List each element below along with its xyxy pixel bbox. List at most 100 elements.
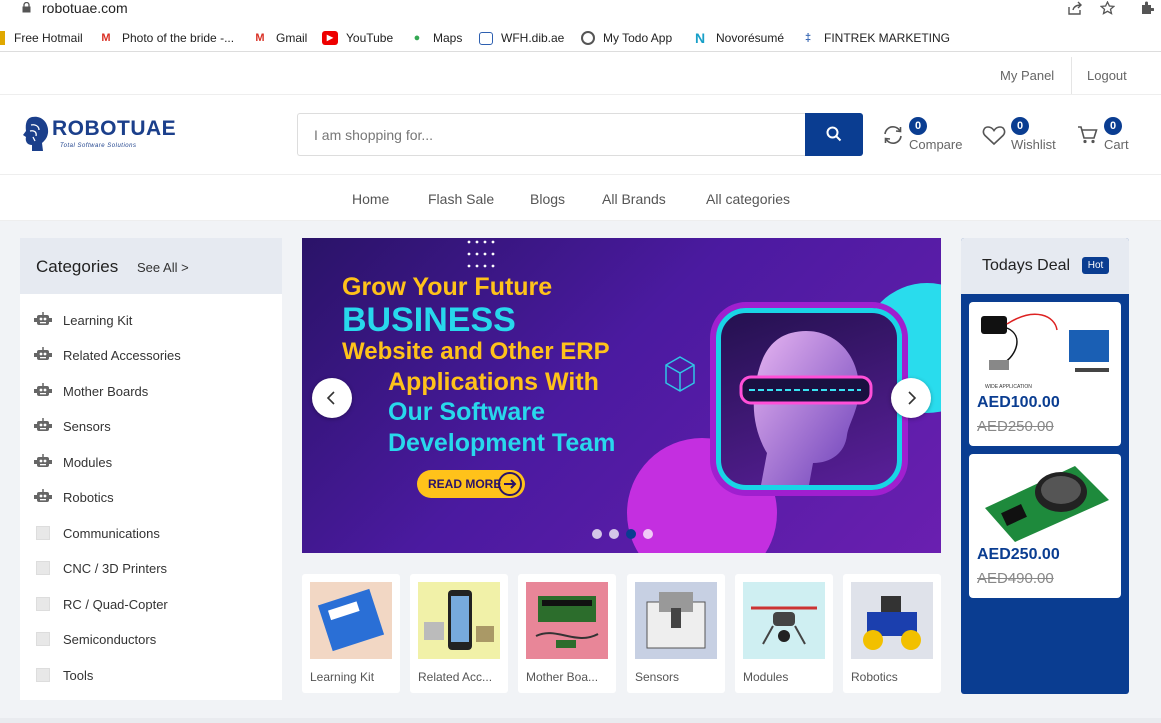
my-panel-link[interactable]: My Panel	[1000, 68, 1054, 83]
arrow-right-icon	[498, 472, 522, 496]
category-card[interactable]: Modules	[735, 574, 833, 693]
page-bottom-strip	[0, 718, 1161, 723]
category-item[interactable]: Robotics	[34, 487, 114, 507]
placeholder-icon	[36, 561, 50, 575]
bookmark-todo[interactable]: My Todo App	[581, 31, 672, 45]
category-card[interactable]: Related Acc...	[410, 574, 508, 693]
category-card-label: Robotics	[851, 670, 898, 684]
banner-line-6: Development Team	[388, 429, 616, 457]
deal-price: AED250.00	[977, 546, 1060, 563]
cart-icon	[1078, 126, 1098, 144]
menu-home[interactable]: Home	[352, 191, 389, 207]
cart-label: Cart	[1104, 137, 1129, 152]
category-item[interactable]: Mother Boards	[34, 381, 148, 401]
main-menu: Home Flash Sale Blogs All Brands All cat…	[0, 176, 1161, 221]
category-card[interactable]: Mother Boa...	[518, 574, 616, 693]
category-item[interactable]: Learning Kit	[34, 310, 132, 330]
category-card[interactable]: Robotics	[843, 574, 941, 693]
gmail-icon: M	[255, 32, 265, 44]
bookmarks-bar: Free Hotmail M Photo of the bride -... M…	[0, 28, 1161, 52]
deal-product-card[interactable]: WIDE APPLICATION AED100.00 AED250.00	[969, 302, 1121, 446]
category-card-label: Modules	[743, 670, 789, 684]
menu-all-brands[interactable]: All Brands	[602, 191, 666, 207]
bookmark-gmail[interactable]: M Gmail	[252, 31, 307, 45]
category-item[interactable]: Sensors	[34, 416, 111, 436]
fintrek-icon: ‡	[804, 32, 812, 44]
category-item[interactable]: Semiconductors	[34, 629, 156, 649]
category-card[interactable]: Sensors	[627, 574, 725, 693]
robot-head-logo-icon	[23, 116, 49, 151]
bookmark-free-hotmail[interactable]: Free Hotmail	[0, 31, 83, 45]
robot-icon	[34, 454, 52, 470]
divider	[1071, 57, 1072, 94]
bookmark-maps[interactable]: ● Maps	[409, 31, 463, 45]
category-label: Related Accessories	[63, 347, 181, 363]
category-item[interactable]: CNC / 3D Printers	[34, 558, 167, 578]
extensions-icon[interactable]	[1140, 1, 1155, 18]
category-label: Robotics	[63, 489, 114, 505]
search-button[interactable]	[805, 113, 863, 156]
bookmark-novoresume[interactable]: N Novorésumé	[692, 31, 784, 45]
menu-all-categories[interactable]: All categories	[706, 191, 790, 207]
robot-icon	[34, 489, 52, 505]
bookmark-label: FINTREK MARKETING	[824, 31, 951, 45]
read-more-button[interactable]: READ MORE	[417, 470, 525, 498]
bookmark-label: Free Hotmail	[14, 31, 83, 45]
bookmark-fintrek[interactable]: ‡ FINTREK MARKETING	[800, 31, 950, 45]
category-item[interactable]: Tools	[34, 665, 93, 685]
search-input[interactable]	[297, 113, 806, 156]
category-item[interactable]: Communications	[34, 523, 160, 543]
carousel-prev-button[interactable]	[312, 378, 352, 418]
chevron-right-icon	[908, 391, 917, 405]
carousel-next-button[interactable]	[891, 378, 931, 418]
todays-deal-title: Todays Deal	[982, 257, 1071, 274]
heart-icon	[982, 126, 1006, 146]
see-all-link[interactable]: See All >	[137, 260, 189, 275]
category-card-image	[418, 582, 500, 659]
logo-text: ROBOTUAE	[52, 117, 177, 140]
todays-deal-panel: Todays Deal Hot WIDE APPLICATION AED100.…	[961, 238, 1129, 694]
bookmark-label: Gmail	[276, 31, 308, 45]
deal-old-price: AED250.00	[977, 418, 1054, 435]
carousel-dot-3[interactable]	[626, 529, 636, 539]
deal-price: AED100.00	[977, 394, 1060, 411]
wishlist-label: Wishlist	[1011, 137, 1056, 152]
bookmark-label: WFH.dib.ae	[501, 31, 565, 45]
categories-title: Categories	[36, 257, 119, 276]
category-item[interactable]: Related Accessories	[34, 345, 181, 365]
cube-decoration	[665, 356, 695, 392]
bookmark-photo-bride[interactable]: M Photo of the bride -...	[98, 31, 234, 45]
hot-badge: Hot	[1082, 257, 1109, 274]
logout-link[interactable]: Logout	[1087, 68, 1127, 83]
carousel-dot-1[interactable]	[592, 529, 602, 539]
deal-product-card[interactable]: AED250.00 AED490.00	[969, 454, 1121, 598]
robot-icon	[34, 418, 52, 434]
carousel-dot-2[interactable]	[609, 529, 619, 539]
vr-headset-image	[716, 308, 902, 490]
site-header: ROBOTUAE Total Software Solutions 0 Comp…	[0, 95, 1161, 175]
share-icon[interactable]	[1068, 1, 1084, 18]
svg-text:WIDE APPLICATION: WIDE APPLICATION	[985, 384, 1032, 390]
category-item[interactable]: RC / Quad-Copter	[34, 594, 168, 614]
bookmark-youtube[interactable]: ▶ YouTube	[322, 31, 393, 45]
menu-blogs[interactable]: Blogs	[530, 191, 565, 207]
category-card[interactable]: Learning Kit	[302, 574, 400, 693]
bookmark-wfh[interactable]: WFH.dib.ae	[479, 31, 564, 45]
banner-line-4: Applications With	[388, 368, 599, 396]
carousel-dot-4[interactable]	[643, 529, 653, 539]
menu-flash-sale[interactable]: Flash Sale	[428, 191, 494, 207]
novoresume-icon: N	[694, 30, 706, 46]
categories-panel: Categories See All > Learning Kit Related…	[20, 238, 282, 700]
site-logo[interactable]: ROBOTUAE Total Software Solutions	[22, 115, 192, 155]
url-text[interactable]: robotuae.com	[42, 0, 128, 16]
category-label: Modules	[63, 454, 113, 470]
bookmark-star-icon[interactable]	[1099, 0, 1116, 18]
category-label: RC / Quad-Copter	[63, 596, 168, 612]
category-card-image	[743, 582, 825, 659]
compare-count-badge: 0	[909, 117, 927, 135]
maps-icon: ●	[413, 32, 421, 44]
placeholder-icon	[36, 632, 50, 646]
hero-banner[interactable]: Grow Your Future BUSINESS Website and Ot…	[302, 238, 941, 553]
logo-tagline: Total Software Solutions	[60, 143, 137, 149]
category-item[interactable]: Modules	[34, 452, 112, 472]
